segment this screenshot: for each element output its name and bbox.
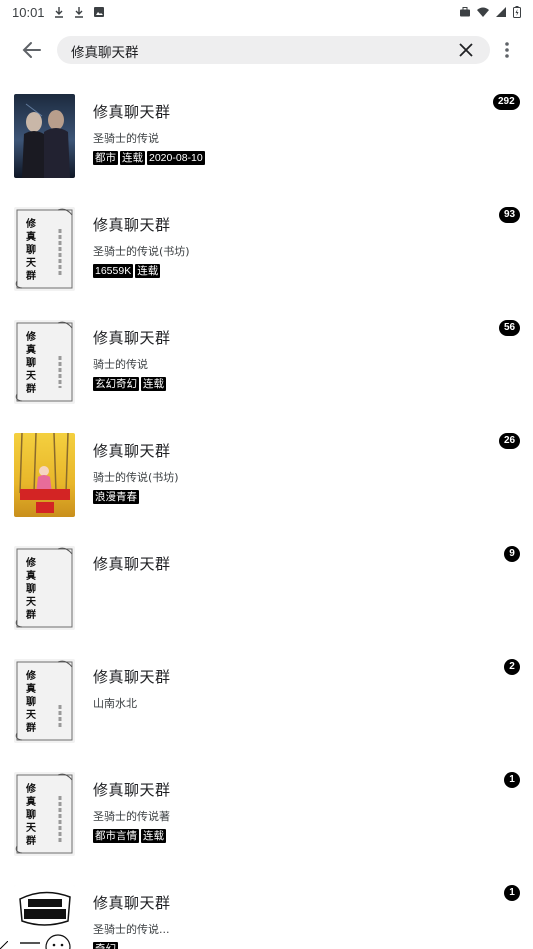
signal-icon [496, 7, 506, 17]
list-item[interactable]: 修真聊天群 骑士的传说(书坊) 浪漫青春 26 [0, 421, 533, 533]
tag: 连载 [135, 264, 161, 278]
count-badge: 292 [493, 94, 520, 110]
svg-text:聊: 聊 [26, 243, 36, 256]
download-icon [54, 7, 63, 18]
svg-text:真: 真 [26, 795, 36, 808]
status-bar: 10:01 [0, 0, 533, 24]
svg-text:真: 真 [26, 230, 36, 243]
arrow-left-icon[interactable] [20, 38, 44, 62]
search-query[interactable]: 修真聊天群 [71, 41, 139, 61]
tag-list: 浪漫青春 [93, 490, 139, 504]
book-author: 骑士的传说 [93, 358, 148, 371]
status-time: 10:01 [12, 4, 45, 20]
count-badge: 93 [499, 207, 521, 223]
svg-text:聊: 聊 [26, 582, 36, 595]
tag-list: 都市 连载 2020-08-10 [93, 151, 205, 165]
book-author: 圣骑士的传说 [93, 132, 159, 145]
svg-text:修: 修 [25, 217, 37, 230]
list-item[interactable]: 修 真 聊 天 群 修真聊天群 圣骑士的传说著 都市言情 连载 1 [0, 760, 533, 872]
tag: 浪漫青春 [93, 490, 139, 504]
briefcase-icon [460, 7, 470, 17]
tag: 奇幻 [93, 942, 118, 949]
svg-text:群: 群 [26, 608, 36, 621]
svg-text:真: 真 [26, 569, 36, 582]
book-title: 修真聊天群 [93, 103, 171, 121]
count-badge: 1 [504, 885, 520, 901]
book-author: 骑士的传说(书坊) [93, 471, 179, 484]
toolbar: 修真聊天群 [0, 30, 533, 70]
svg-text:修: 修 [25, 330, 37, 343]
book-cover: 修 真 聊 天 群 [14, 546, 75, 630]
svg-text:修: 修 [25, 556, 37, 569]
book-title: 修真聊天群 [93, 216, 171, 234]
wifi-icon [477, 7, 489, 17]
book-title: 修真聊天群 [93, 668, 171, 686]
book-author: 山南水北 [93, 697, 137, 710]
svg-text:天: 天 [26, 709, 37, 721]
book-author: 圣骑士的传说... [93, 923, 170, 936]
svg-text:聊: 聊 [26, 695, 36, 708]
tag: 连载 [141, 377, 166, 391]
download-icon [74, 7, 83, 18]
status-left: 10:01 [12, 5, 105, 20]
list-item[interactable]: 修 真 聊 天 群 修真聊天群 山南水北 2 [0, 647, 533, 759]
tag-list: 都市言情 连载 [93, 829, 166, 843]
count-badge: 26 [499, 433, 521, 449]
svg-text:真: 真 [26, 682, 36, 695]
tag-list: 16559K 连载 [93, 264, 161, 278]
svg-text:天: 天 [26, 257, 37, 269]
book-author: 圣骑士的传说著 [93, 810, 170, 823]
book-cover: 修 真 聊 天 群 [14, 659, 75, 743]
book-cover [14, 94, 75, 178]
count-badge: 56 [499, 320, 521, 336]
list-item[interactable]: 修真聊天群 圣骑士的传说 都市 连载 2020-08-10 292 [0, 82, 533, 194]
svg-text:真: 真 [26, 343, 36, 356]
svg-text:天: 天 [26, 370, 37, 382]
svg-text:聊: 聊 [26, 808, 36, 821]
book-author: 圣骑士的传说(书坊) [93, 245, 190, 258]
list-item[interactable]: 修真聊天群 圣骑士的传说... 奇幻 1 [0, 873, 533, 949]
book-title: 修真聊天群 [93, 894, 171, 912]
list-item[interactable]: 修 真 聊 天 群 修真聊天群 9 [0, 534, 533, 646]
tag-list: 玄幻奇幻 连载 [93, 377, 166, 391]
more-vert-icon[interactable] [498, 40, 516, 60]
book-title: 修真聊天群 [93, 781, 171, 799]
tag: 玄幻奇幻 [93, 377, 139, 391]
book-title: 修真聊天群 [93, 555, 171, 573]
tag: 连载 [120, 151, 145, 165]
search-input[interactable]: 修真聊天群 [57, 36, 490, 64]
svg-text:群: 群 [26, 382, 36, 395]
svg-text:聊: 聊 [26, 356, 36, 369]
svg-text:天: 天 [26, 596, 37, 608]
svg-text:修: 修 [25, 782, 37, 795]
book-cover: 修 真 聊 天 群 [14, 207, 75, 291]
count-badge: 2 [504, 659, 520, 675]
list-item[interactable]: 修 真 聊 天 群 修真聊天群 骑士的传说 玄幻奇幻 连载 56 [0, 308, 533, 420]
count-badge: 9 [504, 546, 520, 562]
book-cover: 修 真 聊 天 群 [14, 772, 75, 856]
svg-text:群: 群 [26, 269, 36, 282]
book-cover [14, 885, 75, 949]
svg-text:群: 群 [26, 721, 36, 734]
svg-text:天: 天 [26, 822, 37, 834]
book-cover [14, 433, 75, 517]
tag: 2020-08-10 [147, 151, 205, 165]
tag: 16559K [93, 264, 134, 278]
list-item[interactable]: 修 真 聊 天 群 修真聊天群 圣骑士的传说(书坊) 16559K 连载 93 [0, 195, 533, 307]
book-title: 修真聊天群 [93, 442, 171, 460]
tag: 都市言情 [93, 829, 139, 843]
tag: 都市 [93, 151, 118, 165]
status-right [459, 6, 521, 18]
count-badge: 1 [504, 772, 520, 788]
tag: 连载 [141, 829, 166, 843]
book-cover: 修 真 聊 天 群 [14, 320, 75, 404]
battery-icon [513, 6, 521, 18]
svg-text:群: 群 [26, 834, 36, 847]
close-icon[interactable] [458, 42, 474, 58]
book-title: 修真聊天群 [93, 329, 171, 347]
corner-mark-icon [0, 941, 8, 949]
svg-text:修: 修 [25, 669, 37, 682]
tag-list: 奇幻 [93, 942, 118, 949]
image-icon [93, 7, 104, 17]
